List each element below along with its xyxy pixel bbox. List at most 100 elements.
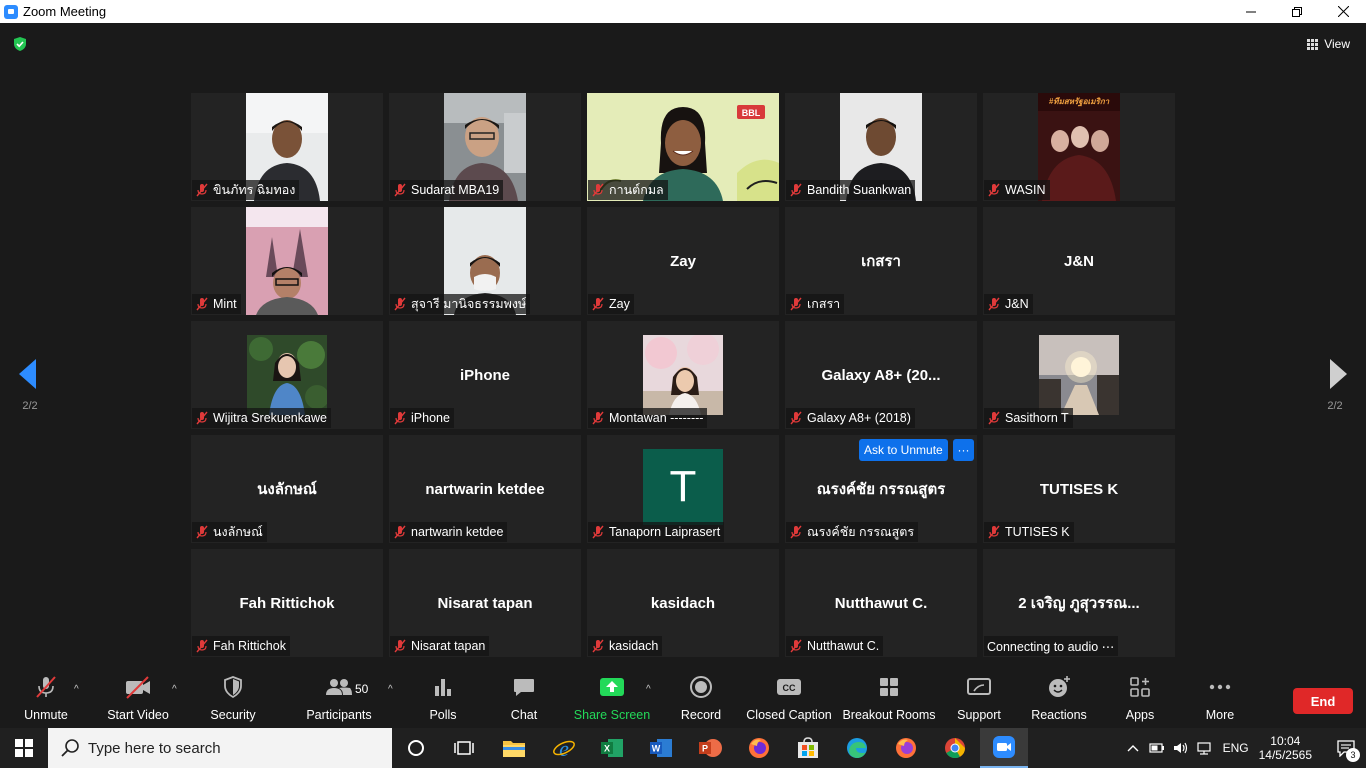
end-meeting-button[interactable]: End <box>1293 688 1353 714</box>
participant-tile[interactable]: เกสรา เกสรา <box>785 207 977 315</box>
ask-to-unmute-button[interactable]: Ask to Unmute <box>859 439 948 461</box>
clock-date: 14/5/2565 <box>1258 748 1312 762</box>
mic-muted-icon <box>592 411 604 425</box>
edge-button[interactable] <box>833 728 881 768</box>
share-screen-arrow-icon <box>600 678 624 696</box>
participant-tile[interactable]: Sasithorn T <box>983 321 1175 429</box>
mic-muted-icon <box>988 525 1000 539</box>
participant-tile[interactable]: ณรงค์ชัย กรรณสูตร Ask to Unmute ··· ณรงค… <box>785 435 977 543</box>
task-view-button[interactable] <box>440 728 488 768</box>
restore-button[interactable] <box>1274 0 1320 23</box>
volume-icon[interactable] <box>1173 741 1189 755</box>
share-screen-button[interactable]: Share Screen <box>574 668 650 728</box>
taskbar-clock[interactable]: 10:04 14/5/2565 <box>1259 734 1312 762</box>
input-language[interactable]: ENG <box>1223 741 1249 755</box>
participant-tile[interactable]: Bandith Suankwan <box>785 93 977 201</box>
clock-time: 10:04 <box>1270 734 1301 748</box>
shield-icon[interactable] <box>12 36 28 52</box>
svg-text:BBL: BBL <box>742 108 761 118</box>
mic-muted-icon <box>592 525 604 539</box>
start-video-label: Start Video <box>107 708 169 722</box>
polls-button[interactable]: Polls <box>425 668 461 728</box>
participant-tile[interactable]: BBL กานต์กมล <box>587 93 779 201</box>
show-hidden-icons-chevron-up-icon[interactable] <box>1127 744 1139 752</box>
closed-caption-button[interactable]: CC Closed Caption <box>746 668 832 728</box>
participant-tile[interactable]: Mint <box>191 207 383 315</box>
minimize-button[interactable] <box>1228 0 1274 23</box>
excel-button[interactable]: X <box>588 728 636 768</box>
close-button[interactable] <box>1320 0 1366 23</box>
participant-tile[interactable]: Fah Rittichok Fah Rittichok <box>191 549 383 657</box>
system-tray: ENG 10:04 14/5/2565 3 <box>1127 728 1366 768</box>
participant-tile[interactable]: iPhone iPhone <box>389 321 581 429</box>
start-button[interactable] <box>0 728 48 768</box>
participant-name: กานต์กมล <box>609 183 664 197</box>
chrome-button[interactable] <box>931 728 979 768</box>
participant-tile[interactable]: สุจารี มานิจธรรมพงษ์ <box>389 207 581 315</box>
network-icon[interactable] <box>1196 741 1213 755</box>
participant-tile[interactable]: Nisarat tapan Nisarat tapan <box>389 549 581 657</box>
participant-tile[interactable]: Galaxy A8+ (20... Galaxy A8+ (2018) <box>785 321 977 429</box>
participant-tile[interactable]: J&N J&N <box>983 207 1175 315</box>
participants-options-chevron-up-icon[interactable]: ^ <box>388 684 393 695</box>
unmute-button[interactable]: Unmute <box>20 668 72 728</box>
file-explorer-button[interactable] <box>490 728 538 768</box>
participant-name: Nisarat tapan <box>411 639 486 653</box>
participant-tile[interactable]: T Tanaporn Laiprasert <box>587 435 779 543</box>
breakout-rooms-button[interactable]: Breakout Rooms <box>842 668 936 728</box>
zoom-taskbar-button[interactable] <box>980 728 1028 768</box>
apps-button[interactable]: Apps <box>1124 668 1156 728</box>
powerpoint-button[interactable]: P <box>686 728 734 768</box>
participant-tile[interactable]: Montawan -------- <box>587 321 779 429</box>
chat-button[interactable]: Chat <box>506 668 542 728</box>
next-page-arrow-icon[interactable] <box>1326 357 1350 391</box>
security-button[interactable]: Security <box>207 668 259 728</box>
more-button[interactable]: More <box>1202 668 1238 728</box>
support-label: Support <box>957 708 1001 722</box>
internet-explorer-button[interactable]: e <box>540 728 588 768</box>
participant-tile[interactable]: 2 เจริญ ภูสุวรรณ... Connecting to audio … <box>983 549 1175 657</box>
participant-tile[interactable]: kasidach kasidach <box>587 549 779 657</box>
start-video-button[interactable]: Start Video <box>104 668 172 728</box>
participant-tile[interactable]: Zay Zay <box>587 207 779 315</box>
participant-tile[interactable]: Nutthawut C. Nutthawut C. <box>785 549 977 657</box>
microsoft-store-button[interactable] <box>784 728 832 768</box>
participant-more-button[interactable]: ··· <box>953 439 974 461</box>
firefox-second-button[interactable] <box>882 728 930 768</box>
participants-button[interactable]: Participants <box>306 668 372 728</box>
participant-label: ณรงค์ชัย กรรณสูตร <box>786 522 919 542</box>
participant-name: TUTISES K <box>1005 525 1070 539</box>
participant-tile[interactable]: ขินภัทร ฉิมทอง <box>191 93 383 201</box>
word-button[interactable]: W <box>637 728 685 768</box>
participant-name: WASIN <box>1005 183 1046 197</box>
battery-icon[interactable] <box>1148 741 1165 755</box>
participant-tile[interactable]: nartwarin ketdee nartwarin ketdee <box>389 435 581 543</box>
mic-muted-icon <box>790 411 802 425</box>
reactions-button[interactable]: Reactions <box>1031 668 1087 728</box>
taskbar-search-box[interactable]: Type here to search <box>48 728 392 768</box>
participant-tile[interactable]: นงลักษณ์ นงลักษณ์ <box>191 435 383 543</box>
share-options-chevron-up-icon[interactable]: ^ <box>646 684 651 695</box>
audio-options-chevron-up-icon[interactable]: ^ <box>74 684 79 695</box>
video-options-chevron-up-icon[interactable]: ^ <box>172 684 177 695</box>
participant-tile[interactable]: Sudarat MBA19 <box>389 93 581 201</box>
participant-name: Wijitra Srekuenkawe <box>213 411 327 425</box>
support-button[interactable]: Support <box>955 668 1003 728</box>
view-button[interactable]: View <box>1303 33 1354 55</box>
previous-page-arrow-icon[interactable] <box>16 357 40 391</box>
record-button[interactable]: Record <box>680 668 722 728</box>
firefox-button[interactable] <box>735 728 783 768</box>
mic-muted-icon <box>196 639 208 653</box>
more-label: More <box>1205 708 1235 722</box>
cortana-button[interactable] <box>392 728 440 768</box>
participant-name: สุจารี มานิจธรรมพงษ์ <box>411 297 527 311</box>
participant-name: kasidach <box>609 639 659 653</box>
firefox-icon <box>896 738 916 758</box>
participants-count: 50 <box>355 682 369 696</box>
participant-avatar-image <box>247 335 327 415</box>
participant-tile[interactable]: #ทีมสหรัฐอเมริกา WASIN <box>983 93 1175 201</box>
participant-tile[interactable]: Wijitra Srekuenkawe <box>191 321 383 429</box>
notification-center-button[interactable]: 3 <box>1326 728 1366 768</box>
participant-name: iPhone <box>411 411 450 425</box>
participant-tile[interactable]: TUTISES K TUTISES K <box>983 435 1175 543</box>
